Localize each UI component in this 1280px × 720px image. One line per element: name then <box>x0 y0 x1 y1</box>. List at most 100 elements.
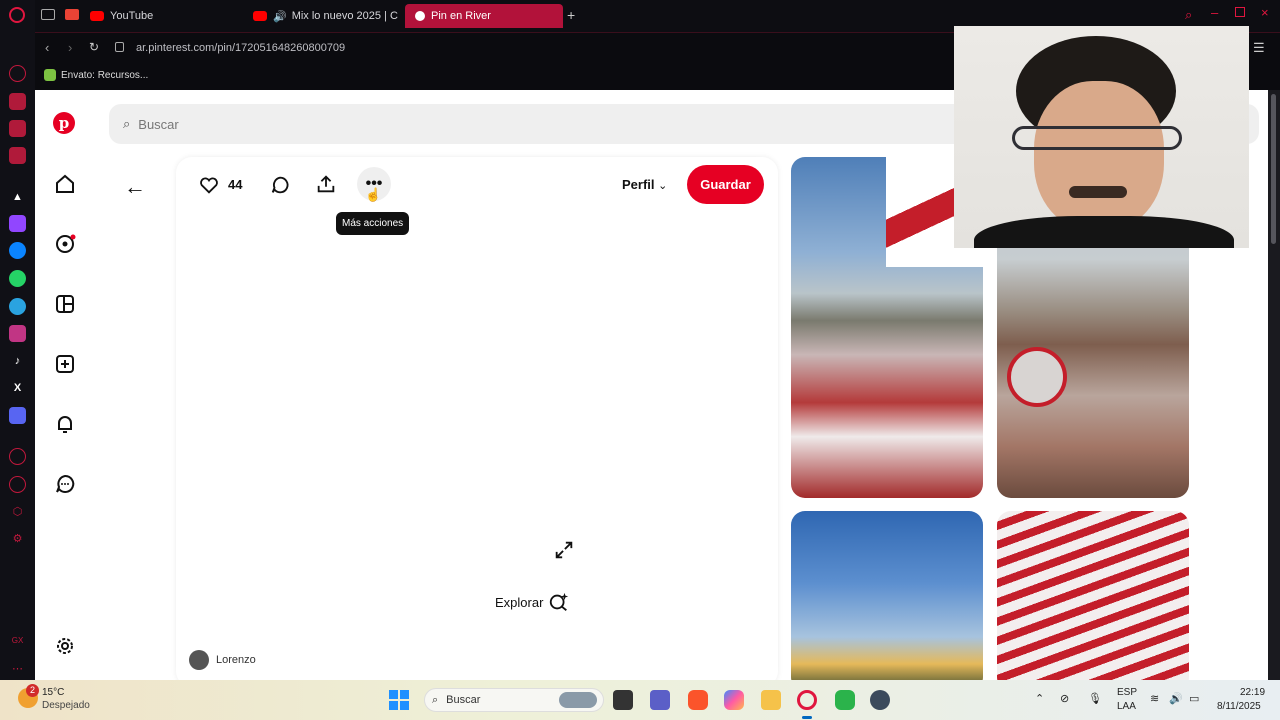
related-pin-red-white-crowd[interactable] <box>997 511 1189 680</box>
copilot-icon[interactable] <box>724 690 744 710</box>
tab-youtube[interactable]: YouTube <box>90 4 153 28</box>
network-off-icon[interactable]: ⊘ <box>1060 692 1069 705</box>
active-indicator <box>802 716 812 719</box>
settings-icon[interactable] <box>53 634 77 658</box>
speaker-icon: 🔊 <box>273 10 287 23</box>
weather-temp: 15°C <box>42 687 65 698</box>
bookmark-envato[interactable]: Envato: Recursos... <box>44 69 148 81</box>
shirt <box>974 216 1234 248</box>
maximize-icon[interactable] <box>1235 7 1245 17</box>
close-icon[interactable]: × <box>1261 5 1269 20</box>
more-actions-tooltip: Más acciones <box>336 212 410 235</box>
whatsapp-icon[interactable] <box>9 270 26 287</box>
scroll-thumb[interactable] <box>1271 94 1276 244</box>
task-view-icon[interactable] <box>613 690 633 710</box>
gx-icon[interactable]: GX <box>9 632 26 649</box>
pinterest-icon <box>415 11 425 21</box>
tab-pin-en-river[interactable]: Pin en River <box>405 4 563 28</box>
keyboard-layout[interactable]: LAA <box>1117 701 1136 712</box>
comment-icon[interactable] <box>269 174 291 196</box>
aria-icon[interactable] <box>9 65 26 82</box>
history-icon[interactable] <box>9 476 26 493</box>
drum-shape <box>1007 347 1067 407</box>
pinterest-logo-icon[interactable]: p <box>53 112 75 134</box>
page-scrollbar[interactable] <box>1268 90 1280 680</box>
notifications-icon[interactable] <box>53 412 77 436</box>
menu-icon[interactable]: ☰ <box>1253 40 1265 56</box>
workspace-icon[interactable] <box>41 9 55 20</box>
twitch-icon[interactable] <box>9 215 26 232</box>
teams-icon[interactable] <box>650 690 670 710</box>
reload-icon[interactable]: ↻ <box>89 40 99 54</box>
youtube-icon <box>90 11 104 21</box>
minimize-icon[interactable]: – <box>1211 5 1218 20</box>
tab-label: YouTube <box>110 10 154 22</box>
microphone-icon[interactable]: 🎙 <box>1088 692 1102 705</box>
volume-icon[interactable]: 🔊 <box>1169 692 1183 705</box>
search-highlight-icon <box>559 692 597 708</box>
back-arrow-icon[interactable]: ← <box>124 174 146 200</box>
app-green-icon[interactable] <box>835 690 855 710</box>
windows-start-icon[interactable] <box>389 690 409 710</box>
tab-mix[interactable]: 🔊 Mix lo nuevo 2025 | C <box>253 4 398 28</box>
instagram-icon[interactable] <box>9 325 26 342</box>
wifi-icon[interactable]: ≋ <box>1150 692 1159 705</box>
tab-label: Mix lo nuevo 2025 | C <box>291 10 398 22</box>
more-icon[interactable]: ⋯ <box>9 660 26 677</box>
search-tabs-icon[interactable]: ⌕ <box>1185 7 1192 23</box>
gmail-icon[interactable] <box>65 9 79 20</box>
ai-icon[interactable]: ▲ <box>9 188 26 205</box>
expand-icon[interactable] <box>553 539 575 561</box>
weather-desc: Despejado <box>42 700 90 711</box>
battery-icon[interactable]: ▭ <box>1189 692 1199 705</box>
language-code[interactable]: ESP <box>1117 687 1137 698</box>
app-bot-icon[interactable] <box>870 690 890 710</box>
envato-icon <box>44 69 56 81</box>
clock-date[interactable]: 8/11/2025 <box>1217 701 1261 712</box>
messages-icon[interactable] <box>53 472 77 496</box>
back-icon[interactable]: ‹ <box>45 40 49 55</box>
boards-icon[interactable] <box>53 292 77 316</box>
mail-icon[interactable] <box>9 147 26 164</box>
explore-button[interactable]: Explorar <box>495 591 570 613</box>
tab-label: Pin en River <box>431 10 491 22</box>
opera-logo-icon[interactable] <box>9 7 25 23</box>
extensions-icon[interactable]: ⬡ <box>9 503 26 520</box>
taskbar-search-label: Buscar <box>446 694 481 706</box>
glasses <box>1012 126 1182 150</box>
pin-author[interactable]: Lorenzo <box>189 650 256 670</box>
profile-dropdown[interactable]: Perfil ⌄ <box>622 177 667 192</box>
create-icon[interactable] <box>53 352 77 376</box>
player-icon[interactable] <box>9 448 26 465</box>
telegram-icon[interactable] <box>9 298 26 315</box>
save-button[interactable]: Guardar <box>687 165 764 204</box>
bookmark-label: Envato: Recursos... <box>61 69 149 81</box>
settings-icon[interactable]: ⚙ <box>9 530 26 547</box>
tiktok-icon[interactable]: ♪ <box>9 352 26 369</box>
file-explorer-icon[interactable] <box>761 690 781 710</box>
new-tab-icon[interactable]: + <box>567 7 575 23</box>
brave-icon[interactable] <box>688 690 708 710</box>
related-pin-sunset-stadium[interactable] <box>791 511 983 680</box>
webcam-overlay <box>954 26 1249 248</box>
url-field[interactable]: ar.pinterest.com/pin/172051648260800709 <box>136 42 345 54</box>
tray-chevron-icon[interactable]: ⌃ <box>1035 692 1044 705</box>
likes-count: 44 <box>228 177 243 192</box>
x-icon[interactable]: X <box>9 379 26 396</box>
shopping-icon[interactable] <box>9 93 26 110</box>
opera-taskbar-icon[interactable] <box>797 690 817 710</box>
pin-card: 44 ••• Perfil ⌄ Explorar Lorenzo <box>176 157 778 680</box>
taskbar-search[interactable]: ⌕ Buscar <box>424 688 604 712</box>
chevron-down-icon: ⌄ <box>658 180 668 192</box>
search-icon: ⌕ <box>432 693 439 706</box>
messenger-icon[interactable] <box>9 242 26 259</box>
discord-icon[interactable] <box>9 407 26 424</box>
clock-time[interactable]: 22:19 <box>1240 687 1265 698</box>
heart-icon[interactable] <box>198 174 220 196</box>
home-icon[interactable] <box>53 172 77 196</box>
explore-icon[interactable] <box>53 232 77 256</box>
game-icon[interactable] <box>9 120 26 137</box>
profile-label: Perfil <box>622 177 655 192</box>
share-icon[interactable] <box>315 173 337 195</box>
forward-icon[interactable]: › <box>68 40 72 55</box>
